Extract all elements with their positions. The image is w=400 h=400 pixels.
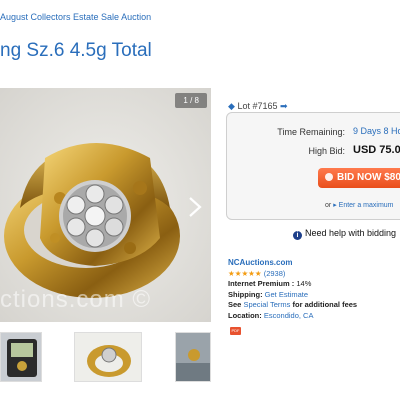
premium-value: 14% <box>296 279 312 288</box>
bid-panel: Time Remaining: 9 Days 8 Ho High Bid: US… <box>226 112 400 220</box>
watermark: ctions.com © <box>0 286 152 313</box>
breadcrumb[interactable]: August Collectors Estate Sale Auction <box>0 12 151 22</box>
next-lot-icon[interactable]: ➡ <box>280 101 288 111</box>
seller-name-link[interactable]: NCAuctions.com <box>228 258 292 267</box>
shipping-label: Shipping: <box>228 289 263 299</box>
page-title: ng Sz.6 4.5g Total <box>0 40 152 61</box>
bid-icon <box>325 173 333 181</box>
premium-label: Internet Premium : <box>228 279 295 288</box>
main-image[interactable]: ctions.com © 1 / 8 <box>0 88 211 322</box>
terms-suffix: for additional fees <box>292 300 358 309</box>
time-remaining-value: 9 Days 8 Ho <box>353 126 400 136</box>
time-remaining-label: Time Remaining: <box>277 127 345 137</box>
lot-navigation: ◆ Lot #7165 ➡ <box>228 101 288 112</box>
high-bid-label: High Bid: <box>308 146 345 156</box>
special-terms-link[interactable]: Special Terms <box>243 300 290 309</box>
thumbnail[interactable] <box>0 332 42 382</box>
bid-now-label: BID NOW $80 <box>337 172 400 183</box>
get-estimate-link[interactable]: Get Estimate <box>265 290 308 299</box>
max-bid-line: or ▸ Enter a maximum <box>325 201 394 209</box>
lot-number: Lot #7165 <box>237 101 278 111</box>
image-counter: 1 / 8 <box>175 93 207 108</box>
location-label: Location: <box>228 310 262 320</box>
pdf-icon[interactable]: PDF <box>230 327 241 335</box>
terms-prefix: See <box>228 300 242 309</box>
bidding-help-link[interactable]: i Need help with bidding <box>293 228 396 240</box>
or-text: or <box>325 202 332 209</box>
chevron-right-icon[interactable] <box>187 196 203 218</box>
thumbnail[interactable] <box>74 332 142 382</box>
previous-lot-icon[interactable]: ◆ <box>228 101 235 111</box>
high-bid-value: USD 75.00 <box>353 144 400 156</box>
help-text: Need help with bidding <box>305 228 397 238</box>
rating-stars-icon: ★★★★★ <box>228 268 262 278</box>
rating-count[interactable]: (2938) <box>264 269 286 278</box>
enter-maximum-link[interactable]: ▸ Enter a maximum <box>333 202 393 209</box>
thumbnail-strip <box>0 332 211 382</box>
thumbnail[interactable] <box>175 332 211 382</box>
seller-info: NCAuctions.com ★★★★★ (2938) Internet Pre… <box>228 258 357 321</box>
info-icon: i <box>293 231 302 240</box>
bid-now-button[interactable]: BID NOW $80 <box>318 168 400 188</box>
location-value: Escondido, CA <box>263 310 314 320</box>
